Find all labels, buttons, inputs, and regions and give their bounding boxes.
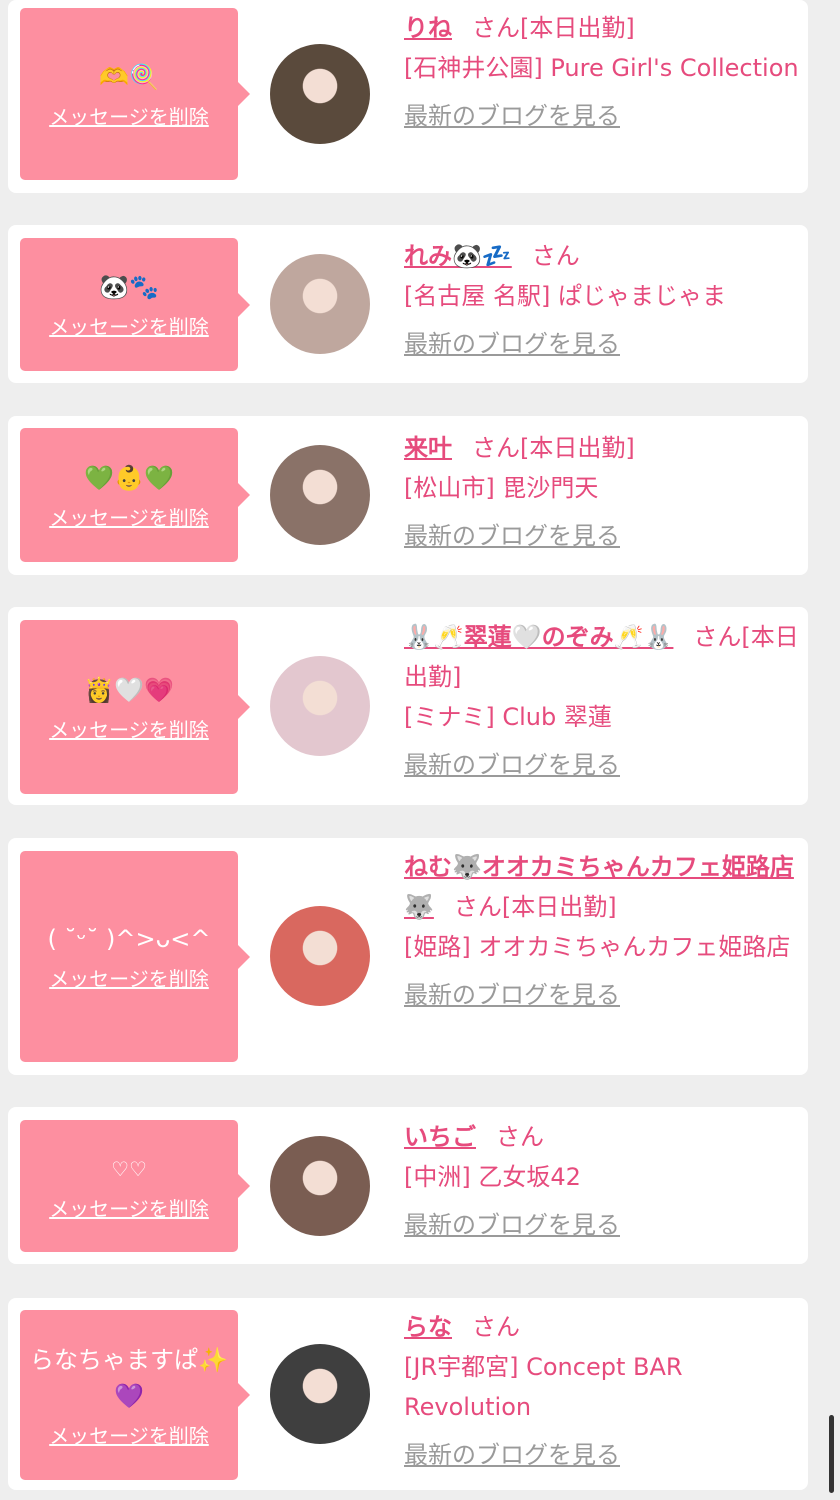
avatar[interactable] [270, 44, 370, 144]
shop-name: [姫路] オオカミちゃんカフェ姫路店 [404, 933, 791, 961]
name-line: 🐰🥂翠蓮🤍のぞみ🥂🐰 さん[本日出勤] [404, 617, 802, 697]
name-line: 来叶 さん[本日出勤] [404, 428, 802, 468]
shop-name: [松山市] 毘沙門天 [404, 474, 599, 502]
avatar[interactable] [270, 906, 370, 1006]
delete-message-link[interactable]: メッセージを削除 [49, 502, 209, 531]
message-text: 👸🤍💗 [84, 675, 174, 704]
girl-name-link[interactable]: 🐰🥂翠蓮🤍のぞみ🥂🐰 [404, 623, 673, 651]
shop-name: [JR宇都宮] Concept BAR Revolution [404, 1353, 683, 1421]
message-bubble: 🫶🍭 メッセージを削除 [20, 8, 250, 180]
message-text: ( ˘ᵕ˘ )^>ᴗ<^ [47, 925, 211, 953]
girl-info: 来叶 さん[本日出勤] [松山市] 毘沙門天最新のブログを見る [404, 428, 802, 556]
latest-blog-link[interactable]: 最新のブログを見る [404, 516, 620, 556]
message-text: 🫶🍭 [99, 62, 159, 91]
delete-message-link[interactable]: メッセージを削除 [49, 963, 209, 992]
girl-name-link[interactable]: 来叶 [404, 434, 452, 462]
message-card: 💚👶💚 メッセージを削除 来叶 さん[本日出勤] [松山市] 毘沙門天最新のブログを見る [8, 416, 808, 575]
shop-name: [名古屋 名駅] ぱじゃまじゃま [404, 282, 726, 310]
honorific: さん [472, 14, 520, 42]
shift-status: [本日出勤] [520, 14, 635, 42]
delete-message-link[interactable]: メッセージを削除 [49, 714, 209, 743]
message-card: 🐼🐾 メッセージを削除 れみ🐼💤 さん [名古屋 名駅] ぱじゃまじゃま最新のブログを見… [8, 225, 808, 383]
girl-name-link[interactable]: らな [404, 1313, 452, 1341]
girl-info: いちご さん [中洲] 乙女坂42 最新のブログを見る [404, 1117, 802, 1245]
message-bubble: 👸🤍💗 メッセージを削除 [20, 620, 250, 794]
honorific: さん [453, 893, 502, 921]
shop-name: [ミナミ] Club 翠蓮 [404, 703, 612, 731]
girl-info: ねむ🐺オオカミちゃんカフェ姫路店🐺 さん[本日出勤] [姫路] オオカミちゃんカフェ… [404, 847, 802, 1015]
message-card: 🫶🍭 メッセージを削除 りね さん[本日出勤] [石神井公園] Pure Girl's … [8, 0, 808, 193]
girl-info: れみ🐼💤 さん [名古屋 名駅] ぱじゃまじゃま最新のブログを見る [404, 236, 802, 364]
name-line: れみ🐼💤 さん [404, 236, 802, 276]
message-card: ( ˘ᵕ˘ )^>ᴗ<^ メッセージを削除 ねむ🐺オオカミちゃんカフェ姫路店🐺 さん[… [8, 838, 808, 1075]
girl-info: らな さん [JR宇都宮] Concept BAR Revolution 最新のブログ… [404, 1307, 802, 1475]
name-line: ねむ🐺オオカミちゃんカフェ姫路店🐺 さん[本日出勤] [404, 847, 802, 927]
message-bubble: ( ˘ᵕ˘ )^>ᴗ<^ メッセージを削除 [20, 851, 250, 1062]
name-line: りね さん[本日出勤] [404, 8, 802, 48]
shop-name: [中洲] 乙女坂42 [404, 1163, 581, 1191]
delete-message-link[interactable]: メッセージを削除 [49, 101, 209, 130]
delete-message-link[interactable]: メッセージを削除 [49, 1193, 209, 1222]
avatar[interactable] [270, 1344, 370, 1444]
message-bubble: 🐼🐾 メッセージを削除 [20, 238, 250, 371]
honorific: さん [472, 434, 520, 462]
girl-name-link[interactable]: れみ🐼💤 [404, 242, 512, 270]
message-text: ♡♡ [111, 1156, 147, 1181]
name-line: らな さん [404, 1307, 802, 1347]
avatar[interactable] [270, 1136, 370, 1236]
shift-status: [本日出勤] [501, 893, 617, 921]
avatar[interactable] [270, 656, 370, 756]
honorific: さん [496, 1123, 544, 1151]
message-text: らなちゃますぱ✨💜 [30, 1345, 228, 1410]
delete-message-link[interactable]: メッセージを削除 [49, 311, 209, 340]
message-card: らなちゃますぱ✨💜 メッセージを削除 らな さん [JR宇都宮] Concept BAR… [8, 1298, 808, 1490]
message-bubble: ♡♡ メッセージを削除 [20, 1120, 250, 1252]
avatar[interactable] [270, 254, 370, 354]
shop-name: [石神井公園] Pure Girl's Collection [404, 54, 799, 82]
avatar[interactable] [270, 445, 370, 545]
message-card: ♡♡ メッセージを削除 いちご さん [中洲] 乙女坂42 最新のブログを見る [8, 1107, 808, 1264]
name-line: いちご さん [404, 1117, 802, 1157]
latest-blog-link[interactable]: 最新のブログを見る [404, 324, 620, 364]
message-text: 🐼🐾 [99, 273, 159, 301]
shift-status: [本日出勤] [520, 434, 635, 462]
message-bubble: 💚👶💚 メッセージを削除 [20, 428, 250, 562]
girl-info: りね さん[本日出勤] [石神井公園] Pure Girl's Collection… [404, 8, 802, 136]
honorific: さん [531, 242, 580, 270]
message-card: 👸🤍💗 メッセージを削除 🐰🥂翠蓮🤍のぞみ🥂🐰 さん[本日出勤] [ミナミ] Club … [8, 607, 808, 805]
message-list: 🫶🍭 メッセージを削除 りね さん[本日出勤] [石神井公園] Pure Girl's … [0, 0, 840, 1500]
message-bubble: らなちゃますぱ✨💜 メッセージを削除 [20, 1310, 250, 1480]
honorific: さん [472, 1313, 520, 1341]
delete-message-link[interactable]: メッセージを削除 [49, 1420, 209, 1449]
girl-name-link[interactable]: りね [404, 14, 452, 42]
latest-blog-link[interactable]: 最新のブログを見る [404, 1205, 620, 1245]
scrollbar[interactable] [829, 1415, 834, 1493]
girl-info: 🐰🥂翠蓮🤍のぞみ🥂🐰 さん[本日出勤] [ミナミ] Club 翠蓮 最新のブログを見る [404, 617, 802, 785]
honorific: さん [693, 623, 742, 651]
message-text: 💚👶💚 [84, 463, 174, 492]
latest-blog-link[interactable]: 最新のブログを見る [404, 1435, 620, 1475]
latest-blog-link[interactable]: 最新のブログを見る [404, 745, 620, 785]
girl-name-link[interactable]: いちご [404, 1123, 476, 1151]
latest-blog-link[interactable]: 最新のブログを見る [404, 975, 620, 1015]
latest-blog-link[interactable]: 最新のブログを見る [404, 96, 620, 136]
